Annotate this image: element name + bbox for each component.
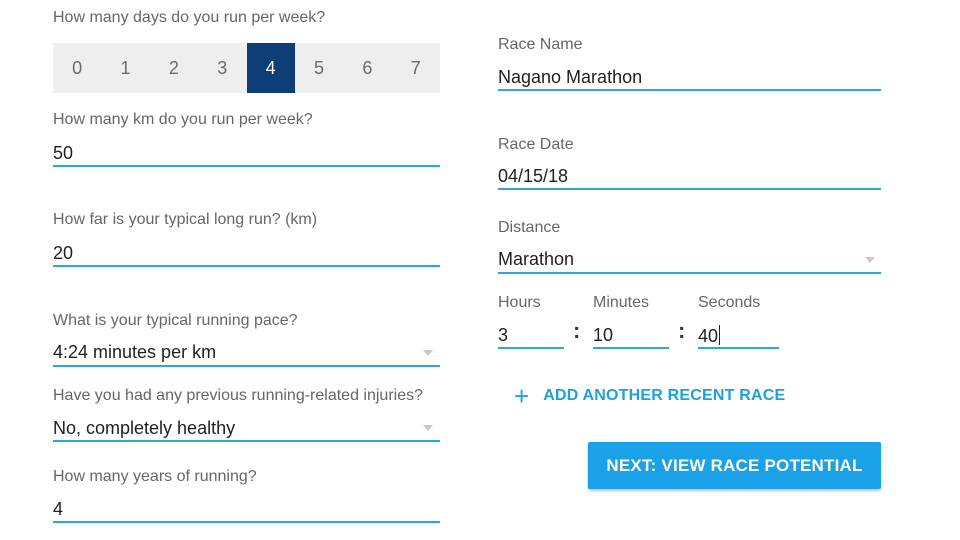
add-another-race-label[interactable]: ADD ANOTHER RECENT RACE (543, 387, 785, 405)
minutes-input[interactable]: 10 (593, 325, 613, 346)
day-option-3[interactable]: 3 (198, 43, 246, 93)
add-another-race-link[interactable]: + ADD ANOTHER RECENT RACE (514, 383, 785, 409)
day-option-2[interactable]: 2 (150, 43, 198, 93)
distance-label: Distance (498, 219, 561, 236)
time-separator: : (573, 318, 581, 343)
next-view-race-potential-button[interactable]: NEXT: VIEW RACE POTENTIAL (588, 442, 881, 489)
caret-down-icon[interactable] (865, 257, 875, 263)
distance-select[interactable]: Marathon (498, 249, 574, 270)
injury-select[interactable]: No, completely healthy (53, 418, 235, 439)
race-date-input[interactable]: 04/15/18 (498, 166, 568, 187)
pace-select-underline (53, 365, 440, 367)
years-question: How many years of running? (53, 468, 257, 485)
days-question: How many days do you run per week? (53, 9, 326, 26)
days-selector: 0 1 2 3 4 5 6 7 (53, 43, 440, 93)
race-name-label: Race Name (498, 36, 583, 53)
day-option-5[interactable]: 5 (295, 43, 343, 93)
km-question: How many km do you run per week? (53, 111, 313, 128)
text-cursor (719, 325, 721, 345)
hours-input[interactable]: 3 (498, 325, 508, 346)
minutes-label: Minutes (593, 294, 650, 311)
plus-icon[interactable]: + (514, 383, 529, 409)
seconds-underline (698, 347, 779, 349)
seconds-input[interactable]: 40 (698, 326, 718, 346)
injury-question: Have you had any previous running-relate… (53, 387, 423, 404)
hours-underline (498, 347, 564, 349)
day-option-4[interactable]: 4 (246, 43, 295, 93)
day-option-6[interactable]: 6 (343, 43, 391, 93)
race-date-underline (498, 188, 881, 190)
pace-select[interactable]: 4:24 minutes per km (53, 342, 216, 363)
day-option-0[interactable]: 0 (53, 43, 101, 93)
seconds-input-wrap[interactable]: 40 (698, 325, 721, 347)
km-input-underline (53, 165, 440, 167)
seconds-label: Seconds (698, 294, 761, 311)
years-input[interactable]: 4 (53, 499, 63, 520)
pace-question: What is your typical running pace? (53, 312, 298, 329)
race-date-label: Race Date (498, 136, 574, 153)
day-option-7[interactable]: 7 (392, 43, 440, 93)
hours-label: Hours (498, 294, 541, 311)
minutes-underline (593, 347, 669, 349)
day-option-1[interactable]: 1 (101, 43, 149, 93)
distance-select-underline (498, 272, 881, 274)
years-input-underline (53, 521, 440, 523)
caret-down-icon[interactable] (423, 425, 433, 431)
long-run-input[interactable]: 20 (53, 243, 73, 264)
time-separator: : (678, 318, 686, 343)
caret-down-icon[interactable] (423, 350, 433, 356)
race-name-input[interactable]: Nagano Marathon (498, 67, 642, 88)
injury-select-underline (53, 440, 440, 442)
long-run-input-underline (53, 265, 440, 267)
km-input[interactable]: 50 (53, 143, 73, 164)
long-run-question: How far is your typical long run? (km) (53, 211, 318, 228)
race-name-underline (498, 89, 881, 91)
